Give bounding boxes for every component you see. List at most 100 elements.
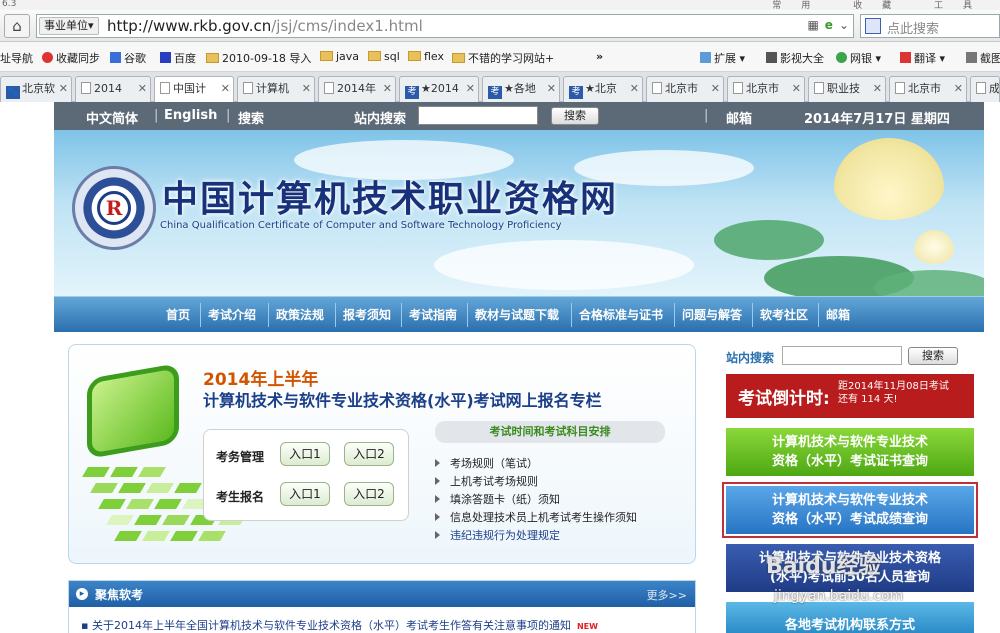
qr-icon[interactable]: ▦ xyxy=(807,18,818,32)
divider: | xyxy=(704,108,709,123)
close-icon[interactable]: ✕ xyxy=(383,77,392,101)
close-icon[interactable]: ✕ xyxy=(59,77,68,101)
browser-tab[interactable]: 考 ★2014 ✕ xyxy=(399,76,479,102)
browser-tab[interactable]: 北京市 ✕ xyxy=(727,76,805,102)
browser-tab[interactable]: 🐾 北京软 ✕ xyxy=(0,76,72,102)
browser-tab[interactable]: 计算机 ✕ xyxy=(237,76,315,102)
candidate-entry2-button[interactable]: 入口2 xyxy=(344,482,394,506)
candidate-reg-label: 考生报名 xyxy=(216,490,265,504)
bookmark-sql[interactable]: sql xyxy=(368,50,400,63)
browser-tab[interactable]: 职业技 ✕ xyxy=(808,76,886,102)
divider xyxy=(752,303,753,327)
top-search-link[interactable]: 搜索 xyxy=(238,108,264,127)
screenshot-extension[interactable]: 截图 xyxy=(966,50,1000,66)
sidebar-search-input[interactable] xyxy=(782,346,902,365)
browser-tab[interactable]: 2014年 ✕ xyxy=(318,76,396,102)
divider xyxy=(674,303,675,327)
browser-tab[interactable]: 北京市 ✕ xyxy=(889,76,967,102)
exam-admin-entry1-button[interactable]: 入口1 xyxy=(280,442,330,466)
ie-icon[interactable]: e xyxy=(825,18,833,32)
close-icon[interactable]: ✕ xyxy=(138,77,147,101)
bookmark-study-sites[interactable]: 不错的学习网站+ xyxy=(452,50,554,66)
rules-list-item[interactable]: 填涂答题卡（纸）须知 xyxy=(435,491,691,509)
schedule-link[interactable]: 考试时间和考试科目安排 xyxy=(435,421,665,443)
agency-contacts-button[interactable]: 各地考试机构联系方式 xyxy=(726,602,974,633)
nav-community[interactable]: 软考社区 xyxy=(760,306,808,323)
certificate-query-button[interactable]: 计算机技术与软件专业技术 资格（水平）考试证书查询 xyxy=(726,428,974,476)
browser-tab[interactable]: 考 ★北京 ✕ xyxy=(563,76,643,102)
nav-policy[interactable]: 政策法规 xyxy=(276,306,324,323)
translate-extension[interactable]: 翻译 ▾ xyxy=(900,50,945,66)
nav-exam-guide[interactable]: 考试指南 xyxy=(409,306,457,323)
cloud-decoration xyxy=(434,240,694,290)
zone-dropdown[interactable]: 事业单位▾ xyxy=(39,17,99,35)
close-icon[interactable]: ✕ xyxy=(221,77,230,101)
extensions-menu[interactable]: 扩展 ▾ xyxy=(700,50,745,66)
lang-chinese-link[interactable]: 中文简体 xyxy=(86,108,138,127)
lotus-bud xyxy=(914,230,954,264)
bookmark-import[interactable]: 2010-09-18 导入 xyxy=(206,50,311,66)
lang-english-link[interactable]: English xyxy=(164,108,217,123)
rules-list-item[interactable]: 上机考试考场规则 xyxy=(435,473,691,491)
nav-faq[interactable]: 问题与解答 xyxy=(682,306,742,323)
address-bar[interactable]: 事业单位▾ http://www.rkb.gov.cn/jsj/cms/inde… xyxy=(36,14,854,38)
paw-icon: 🐾 xyxy=(6,86,20,99)
more-link[interactable]: 更多>> xyxy=(647,587,687,603)
close-icon[interactable]: ✕ xyxy=(547,77,556,101)
bookmark-baidu[interactable]: 百度 xyxy=(160,50,196,66)
nav-registration-notes[interactable]: 报考须知 xyxy=(343,306,391,323)
nav-mail[interactable]: 邮箱 xyxy=(826,306,850,323)
bank-extension[interactable]: 网银 ▾ xyxy=(836,50,881,66)
nav-exam-intro[interactable]: 考试介绍 xyxy=(208,306,256,323)
focus-news-panel: ▸ 聚焦软考 更多>> ▪ 关于2014年上半年全国计算机技术与软件专业技术资格… xyxy=(68,580,696,633)
bookmark-sync[interactable]: 收藏同步 xyxy=(42,50,100,66)
rules-list-item[interactable]: 违纪违规行为处理规定 xyxy=(435,527,691,545)
bookmark-google[interactable]: 谷歌 xyxy=(110,50,146,66)
chevron-down-icon[interactable]: ⌄ xyxy=(839,18,849,32)
score-query-button[interactable]: 计算机技术与软件专业技术 资格（水平）考试成绩查询 xyxy=(722,482,978,538)
nav-downloads[interactable]: 教材与试题下载 xyxy=(475,306,559,323)
divider xyxy=(335,303,336,327)
bookmarks-overflow[interactable]: » xyxy=(596,50,603,63)
bank-icon xyxy=(836,52,847,63)
mail-link[interactable]: 邮箱 xyxy=(726,108,752,127)
close-icon[interactable]: ✕ xyxy=(466,77,475,101)
nav-home[interactable]: 首页 xyxy=(166,306,190,323)
rules-list-item[interactable]: 信息处理技术员上机考试考生操作须知 xyxy=(435,509,691,527)
tab-strip: 🐾 北京软 ✕ 2014 ✕ 中国计 ✕ 计算机 ✕ 2014年 ✕ 考 ★2014 ✕ 考 ★各… xyxy=(0,72,1000,103)
home-icon[interactable]: ⌂ xyxy=(4,14,30,38)
url-path: /jsj/cms/index1.html xyxy=(271,17,423,35)
divider xyxy=(818,303,819,327)
browser-tab-active[interactable]: 中国计 ✕ xyxy=(154,76,234,103)
bookmark-java[interactable]: java xyxy=(320,50,359,63)
site-search-input[interactable] xyxy=(418,106,538,125)
sidebar-search-button[interactable]: 搜索 xyxy=(908,347,958,365)
close-icon[interactable]: ✕ xyxy=(711,77,720,101)
browser-tab[interactable]: 北京市 ✕ xyxy=(646,76,724,102)
browser-tab[interactable]: 成 xyxy=(970,76,1000,102)
close-icon[interactable]: ✕ xyxy=(302,77,311,101)
candidate-entry1-button[interactable]: 入口1 xyxy=(280,482,330,506)
url-host: http://www.rkb.gov.cn xyxy=(107,17,272,35)
bookmark-flex[interactable]: flex xyxy=(408,50,444,63)
browser-tab[interactable]: 2014 ✕ xyxy=(75,76,151,102)
close-icon[interactable]: ✕ xyxy=(954,77,963,101)
close-icon[interactable]: ✕ xyxy=(792,77,801,101)
video-extension[interactable]: 影视大全 xyxy=(766,50,824,66)
search-engine-icon[interactable] xyxy=(865,18,881,34)
url-text[interactable]: http://www.rkb.gov.cn/jsj/cms/index1.htm… xyxy=(107,17,423,35)
news-item[interactable]: ▪ 关于2014年上半年全国计算机技术与软件专业技术资格（水平）考试考生作答有关… xyxy=(81,617,598,633)
exam-icon: 考 xyxy=(405,86,419,99)
exam-admin-entry2-button[interactable]: 入口2 xyxy=(344,442,394,466)
nav-standards[interactable]: 合格标准与证书 xyxy=(579,306,663,323)
bookmarks-bar: 址导航 收藏同步 谷歌 百度 2010-09-18 导入 java sql fl… xyxy=(0,42,1000,72)
page-icon xyxy=(81,82,91,94)
bookmark-nav[interactable]: 址导航 xyxy=(0,50,33,66)
close-icon[interactable]: ✕ xyxy=(630,77,639,101)
lotus-flower xyxy=(834,138,944,220)
site-search-button[interactable]: 搜索 xyxy=(551,107,599,125)
browser-search-box[interactable]: 点此搜索 xyxy=(860,14,1000,38)
close-icon[interactable]: ✕ xyxy=(873,77,882,101)
browser-tab[interactable]: 考 ★各地 ✕ xyxy=(482,76,560,102)
rules-list-item[interactable]: 考场规则（笔试） xyxy=(435,455,691,473)
